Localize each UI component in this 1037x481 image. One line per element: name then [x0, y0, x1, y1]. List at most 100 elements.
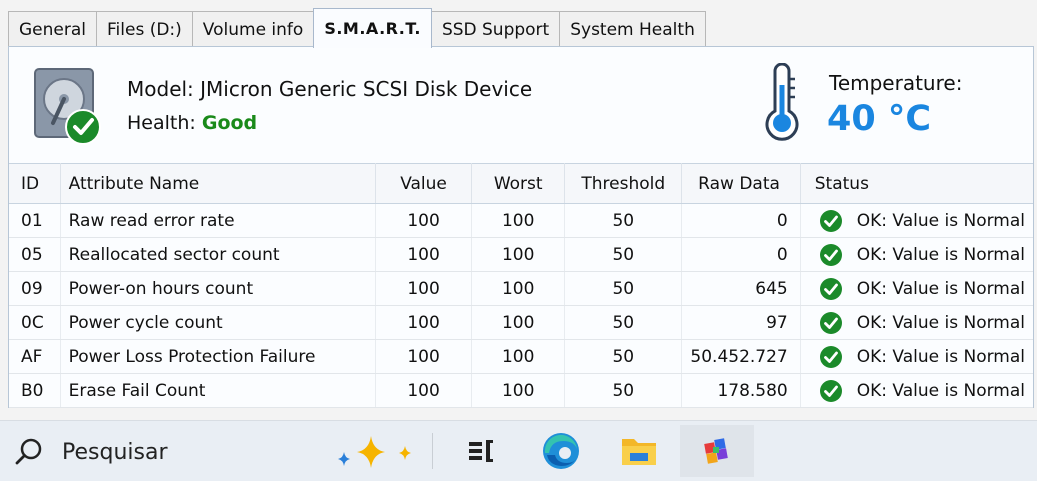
file-explorer-icon [622, 439, 656, 465]
col-status[interactable]: Status [800, 163, 1033, 204]
status-content: OK: Value is Normal [819, 243, 1025, 267]
cell-id: AF [9, 339, 61, 374]
col-attribute-name[interactable]: Attribute Name [60, 163, 376, 204]
temperature-label: Temperature: [829, 71, 963, 95]
ok-check-icon [819, 345, 842, 368]
table-row[interactable]: 0C Power cycle count 100 100 50 97 OK: Value i… [9, 305, 1033, 340]
tab-ssd-support[interactable]: SSD Support [430, 11, 561, 47]
cell-attribute-name: Power Loss Protection Failure [60, 339, 376, 374]
cell-status: OK: Value is Normal [800, 237, 1033, 272]
search-icon [15, 438, 42, 465]
cell-worst: 100 [471, 203, 566, 238]
taskbar: Pesquisar [0, 420, 1037, 481]
table-row[interactable]: 01 Raw read error rate 100 100 50 0 OK: Value … [9, 203, 1033, 238]
cell-value: 100 [375, 271, 473, 306]
app-button[interactable] [680, 425, 754, 477]
cell-status: OK: Value is Normal [800, 305, 1033, 340]
cell-worst: 100 [471, 339, 566, 374]
status-text: OK: Value is Normal [856, 244, 1025, 265]
col-id[interactable]: ID [9, 163, 61, 204]
cell-attribute-name: Erase Fail Count [60, 373, 376, 408]
cell-attribute-name: Power cycle count [60, 305, 376, 340]
cell-raw-data: 645 [681, 271, 801, 306]
tab-files[interactable]: Files (D:) [96, 11, 193, 47]
cell-attribute-name: Raw read error rate [60, 203, 376, 238]
cell-threshold: 50 [564, 373, 683, 408]
cell-status: OK: Value is Normal [800, 203, 1033, 238]
tab-smart[interactable]: S.M.A.R.T. [313, 8, 432, 48]
ok-check-icon [819, 311, 842, 334]
cell-threshold: 50 [564, 237, 683, 272]
tab-bar: General Files (D:) Volume info S.M.A.R.T… [8, 8, 706, 48]
status-content: OK: Value is Normal [819, 345, 1025, 369]
taskbar-separator [432, 433, 433, 469]
sparkle-icon[interactable] [335, 434, 415, 470]
cell-attribute-name: Reallocated sector count [60, 237, 376, 272]
cell-worst: 100 [471, 271, 566, 306]
col-raw-data[interactable]: Raw Data [681, 163, 801, 204]
model-label: Model: [127, 77, 194, 101]
col-worst[interactable]: Worst [471, 163, 566, 204]
status-text: OK: Value is Normal [856, 312, 1025, 333]
tab-volume-info[interactable]: Volume info [191, 11, 315, 47]
cell-value: 100 [375, 203, 473, 238]
cell-threshold: 50 [564, 305, 683, 340]
thermometer-icon [765, 63, 799, 141]
status-content: OK: Value is Normal [819, 379, 1025, 403]
smart-attributes-table: ID Attribute Name Value Worst Threshold … [9, 163, 1033, 408]
health-value: Good [201, 112, 258, 134]
status-text: OK: Value is Normal [856, 346, 1025, 367]
edge-browser-icon [543, 433, 579, 469]
ok-check-icon [819, 277, 842, 300]
cell-id: 05 [9, 237, 61, 272]
device-health: Health: Good [127, 112, 257, 134]
ok-check-icon [819, 379, 842, 402]
tab-general[interactable]: General [8, 11, 97, 47]
task-view-icon [469, 440, 493, 462]
cell-id: 09 [9, 271, 61, 306]
cell-threshold: 50 [564, 203, 683, 238]
cell-value: 100 [375, 237, 473, 272]
cell-value: 100 [375, 373, 473, 408]
status-text: OK: Value is Normal [856, 380, 1025, 401]
cell-raw-data: 178.580 [681, 373, 801, 408]
edge-browser-button[interactable] [524, 425, 598, 477]
cell-worst: 100 [471, 373, 566, 408]
task-view-button[interactable] [444, 425, 518, 477]
health-label: Health: [127, 112, 196, 134]
ok-check-icon [819, 243, 842, 266]
temperature-value: 40 °C [827, 99, 932, 139]
file-explorer-button[interactable] [602, 425, 676, 477]
status-text: OK: Value is Normal [856, 210, 1025, 231]
table-body: 01 Raw read error rate 100 100 50 0 OK: Value … [9, 203, 1033, 408]
col-value[interactable]: Value [375, 163, 473, 204]
col-threshold[interactable]: Threshold [564, 163, 683, 204]
table-row[interactable]: 05 Reallocated sector count 100 100 50 0 OK: V… [9, 237, 1033, 272]
table-header-row: ID Attribute Name Value Worst Threshold … [9, 163, 1033, 204]
cell-id: B0 [9, 373, 61, 408]
cell-attribute-name: Power-on hours count [60, 271, 376, 306]
table-row[interactable]: 09 Power-on hours count 100 100 50 645 OK: Val… [9, 271, 1033, 306]
smart-panel: Model: JMicron Generic SCSI Disk Device … [8, 46, 1034, 408]
search-placeholder: Pesquisar [62, 439, 168, 465]
cell-id: 01 [9, 203, 61, 238]
cell-worst: 100 [471, 237, 566, 272]
cell-status: OK: Value is Normal [800, 373, 1033, 408]
cell-worst: 100 [471, 305, 566, 340]
ok-check-icon [819, 209, 842, 232]
cell-raw-data: 0 [681, 203, 801, 238]
table-row[interactable]: AF Power Loss Protection Failure 100 100 50 5… [9, 339, 1033, 374]
cell-status: OK: Value is Normal [800, 339, 1033, 374]
cell-value: 100 [375, 339, 473, 374]
cell-raw-data: 0 [681, 237, 801, 272]
cell-threshold: 50 [564, 339, 683, 374]
cell-threshold: 50 [564, 271, 683, 306]
tab-system-health[interactable]: System Health [559, 11, 706, 47]
cell-value: 100 [375, 305, 473, 340]
cell-status: OK: Value is Normal [800, 271, 1033, 306]
table-row[interactable]: B0 Erase Fail Count 100 100 50 178.580 OK: Val… [9, 373, 1033, 408]
device-model: Model: JMicron Generic SCSI Disk Device [127, 77, 532, 101]
status-content: OK: Value is Normal [819, 209, 1025, 233]
status-text: OK: Value is Normal [856, 278, 1025, 299]
cell-raw-data: 97 [681, 305, 801, 340]
